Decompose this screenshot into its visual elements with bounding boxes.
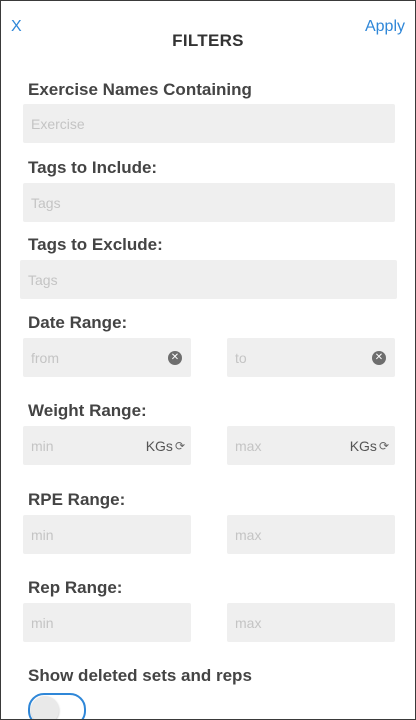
rpe-min-input[interactable]: min <box>23 515 191 554</box>
date-range-label: Date Range: <box>28 313 128 332</box>
tags-exclude-label: Tags to Exclude: <box>28 235 163 254</box>
tags-exclude-input[interactable]: Tags <box>20 260 397 299</box>
rep-min-placeholder: min <box>31 614 54 631</box>
refresh-icon: ⟳ <box>378 438 389 453</box>
tags-include-label: Tags to Include: <box>28 158 158 177</box>
show-deleted-label: Show deleted sets and reps <box>28 666 252 685</box>
weight-unit-label: KGs <box>145 437 173 454</box>
date-from-input[interactable]: from ✕ <box>23 338 191 377</box>
show-deleted-toggle[interactable] <box>28 693 86 719</box>
filters-screen: X FILTERS Apply Exercise Names Containin… <box>0 0 416 720</box>
rep-max-placeholder: max <box>235 614 262 631</box>
weight-max-input[interactable]: max KGs ⟳ <box>227 426 395 465</box>
rpe-min-placeholder: min <box>31 526 54 543</box>
exercise-names-label: Exercise Names Containing <box>28 80 252 99</box>
date-from-placeholder: from <box>31 349 59 366</box>
weight-unit-toggle[interactable]: KGs ⟳ <box>146 438 185 454</box>
rpe-max-placeholder: max <box>235 526 262 543</box>
exercise-name-placeholder: Exercise <box>31 115 85 132</box>
clear-date-from-icon[interactable]: ✕ <box>168 350 182 365</box>
clear-date-to-icon[interactable]: ✕ <box>372 350 386 365</box>
tags-include-input[interactable]: Tags <box>23 183 395 222</box>
weight-min-placeholder: min <box>31 437 54 454</box>
date-to-input[interactable]: to ✕ <box>227 338 395 377</box>
rpe-range-label: RPE Range: <box>28 490 126 509</box>
rpe-max-input[interactable]: max <box>227 515 395 554</box>
rep-max-input[interactable]: max <box>227 603 395 642</box>
weight-max-placeholder: max <box>235 437 262 454</box>
refresh-icon: ⟳ <box>174 438 185 453</box>
weight-unit-label: KGs <box>349 437 377 454</box>
weight-range-label: Weight Range: <box>28 401 147 420</box>
apply-button[interactable]: Apply <box>365 18 405 36</box>
date-to-placeholder: to <box>235 349 247 366</box>
exercise-name-input[interactable]: Exercise <box>23 104 395 143</box>
page-title: FILTERS <box>172 31 244 50</box>
rep-range-label: Rep Range: <box>28 578 123 597</box>
tags-include-placeholder: Tags <box>31 194 61 211</box>
tags-exclude-placeholder: Tags <box>28 271 58 288</box>
toggle-knob <box>31 696 59 719</box>
weight-min-input[interactable]: min KGs ⟳ <box>23 426 191 465</box>
weight-unit-toggle[interactable]: KGs ⟳ <box>350 438 389 454</box>
rep-min-input[interactable]: min <box>23 603 191 642</box>
